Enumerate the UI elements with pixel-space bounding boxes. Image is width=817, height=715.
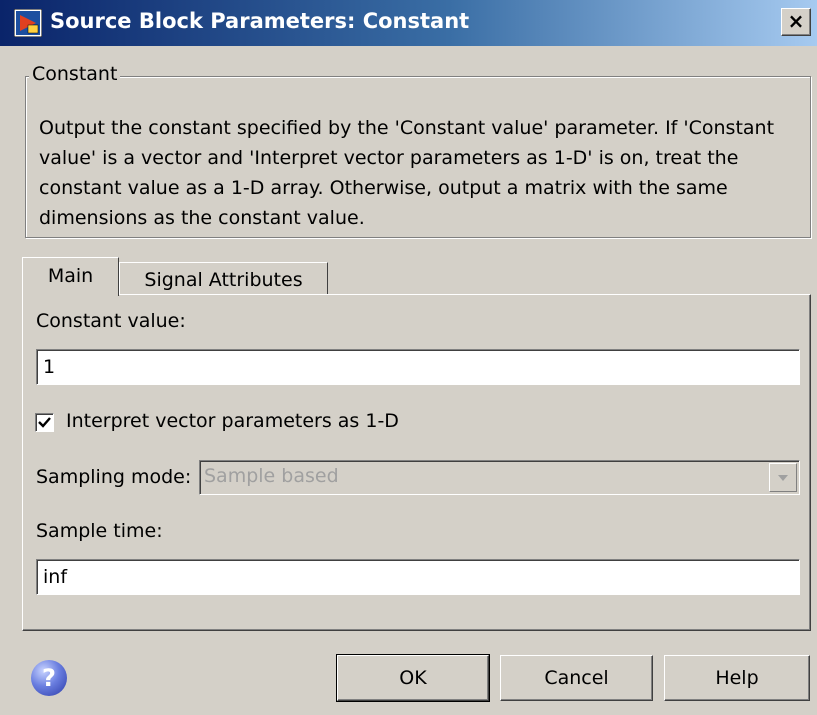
dropdown-button[interactable]	[769, 463, 797, 492]
help-icon[interactable]: ?	[31, 660, 67, 696]
ok-button[interactable]: OK	[336, 654, 490, 702]
checkmark-icon	[38, 417, 51, 428]
interpret-vector-label[interactable]: Interpret vector parameters as 1-D	[66, 410, 399, 432]
sample-time-label: Sample time:	[36, 520, 163, 542]
group-legend: Constant	[29, 63, 121, 85]
tab-signal-attributes[interactable]: Signal Attributes	[119, 262, 328, 294]
constant-value-label: Constant value:	[36, 310, 186, 332]
cancel-label: Cancel	[544, 667, 609, 689]
cancel-button[interactable]: Cancel	[500, 655, 653, 701]
block-description: Output the constant specified by the 'Co…	[39, 117, 775, 229]
window-title: Source Block Parameters: Constant	[50, 9, 470, 33]
sample-time-input[interactable]: inf	[36, 559, 800, 595]
title-bar[interactable]: Source Block Parameters: Constant ×	[0, 0, 817, 46]
tab-main[interactable]: Main	[22, 257, 119, 296]
simulink-block-icon	[14, 9, 42, 37]
chevron-down-icon	[778, 475, 788, 481]
interpret-vector-checkbox[interactable]	[35, 413, 54, 432]
ok-label: OK	[399, 667, 427, 689]
help-button[interactable]: Help	[664, 655, 810, 701]
sampling-mode-value: Sample based	[204, 465, 339, 487]
sampling-mode-label: Sampling mode:	[36, 466, 192, 488]
close-button[interactable]: ×	[781, 8, 811, 36]
constant-value-input[interactable]: 1	[36, 349, 800, 385]
help-label: Help	[715, 667, 759, 689]
close-icon: ×	[787, 9, 805, 33]
sampling-mode-select[interactable]: Sample based	[199, 460, 800, 495]
